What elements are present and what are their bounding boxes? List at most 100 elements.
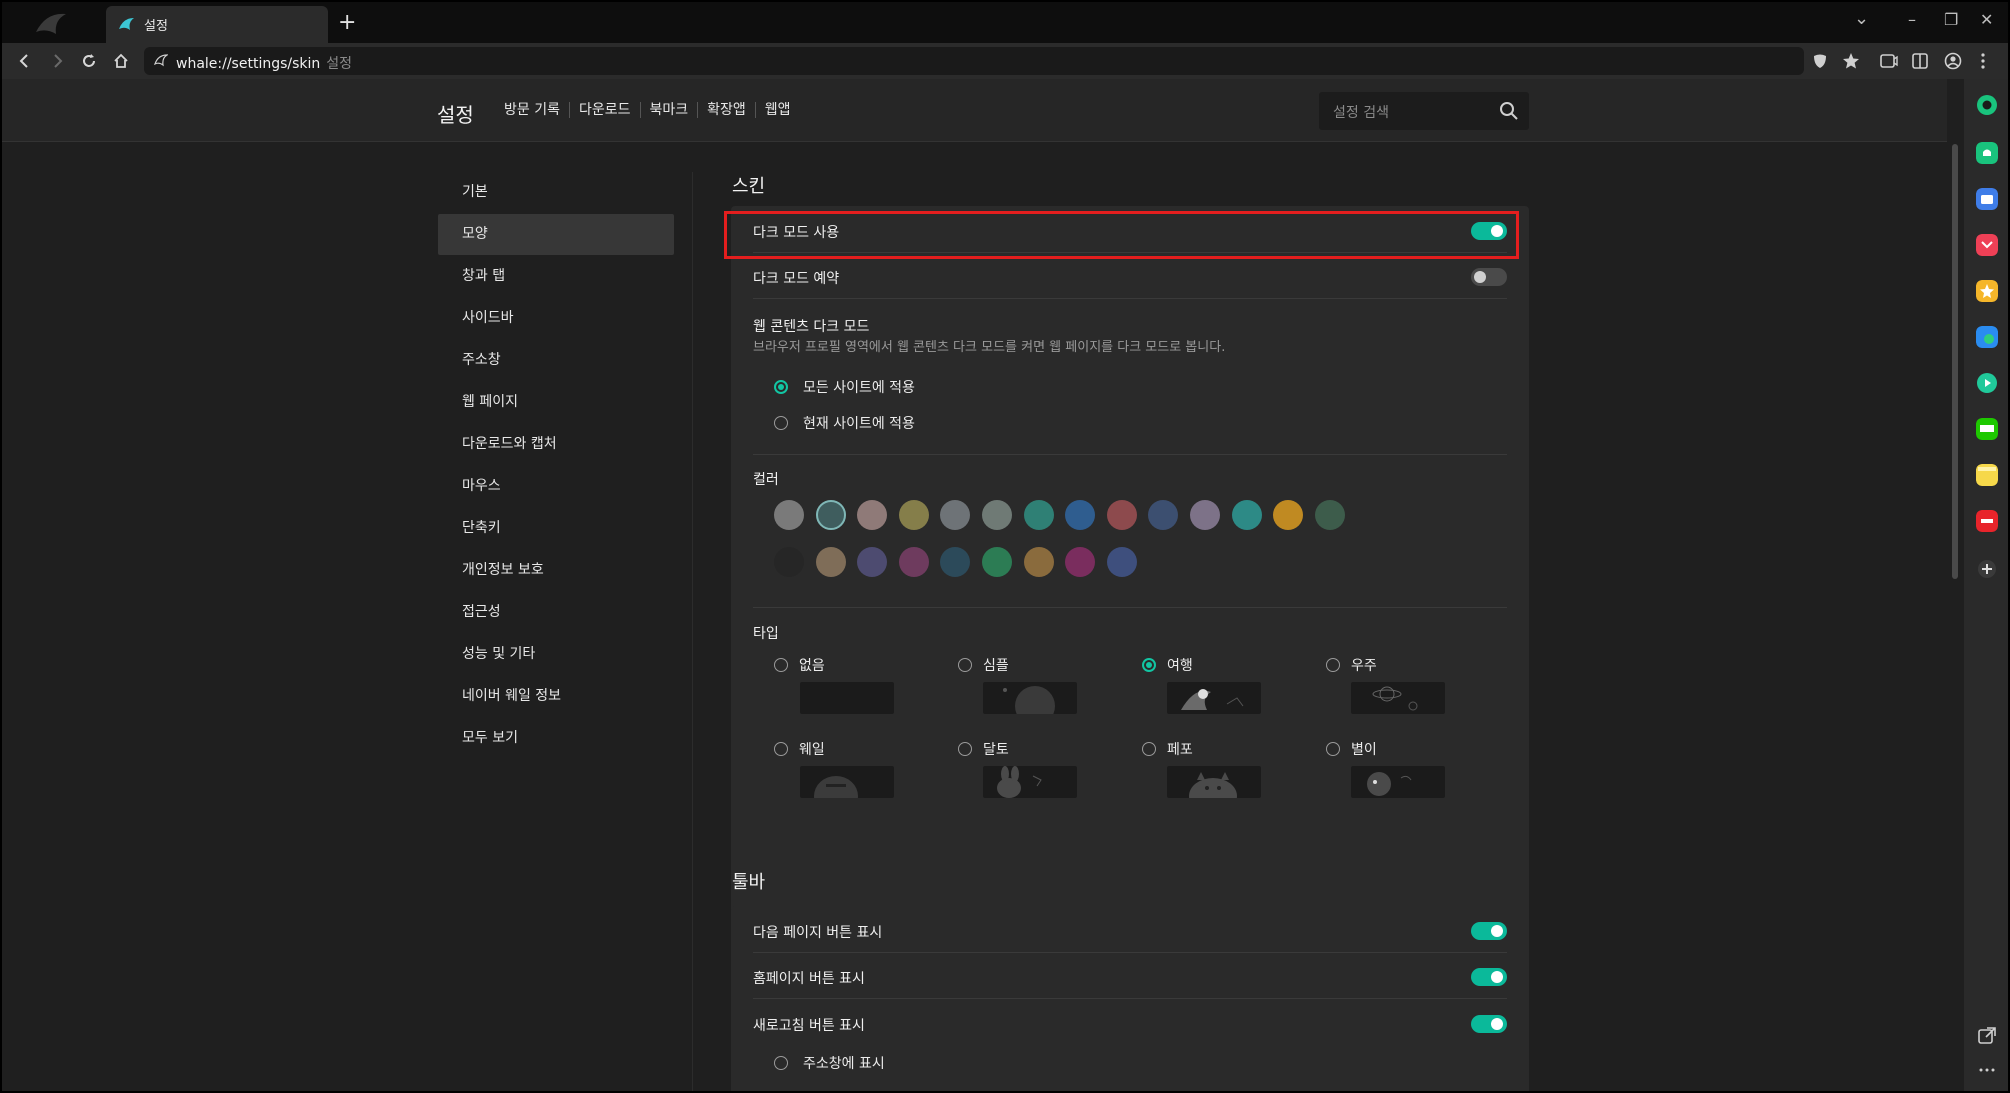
type-simple-preview[interactable] bbox=[983, 682, 1077, 714]
more-icon[interactable] bbox=[1976, 1059, 1998, 1081]
dark-schedule-toggle[interactable] bbox=[1471, 268, 1507, 286]
home-button-toggle[interactable] bbox=[1471, 968, 1507, 986]
type-byeori-radio[interactable] bbox=[1326, 742, 1340, 756]
type-travel-label[interactable]: 여행 bbox=[1167, 655, 1193, 675]
next-page-button-toggle[interactable] bbox=[1471, 922, 1507, 940]
nav-item-accessibility[interactable]: 접근성 bbox=[438, 592, 674, 633]
color-swatch[interactable] bbox=[815, 547, 846, 577]
show-in-address-bar-radio[interactable] bbox=[774, 1056, 788, 1070]
search-icon[interactable] bbox=[1499, 101, 1519, 121]
nav-item-address-bar[interactable]: 주소창 bbox=[438, 340, 674, 381]
type-dalto-preview[interactable] bbox=[983, 766, 1077, 798]
type-whale-preview[interactable] bbox=[800, 766, 894, 798]
forward-icon[interactable] bbox=[48, 52, 66, 70]
type-pepo-preview[interactable] bbox=[1167, 766, 1261, 798]
translate-icon[interactable] bbox=[1976, 326, 1998, 348]
color-swatch[interactable] bbox=[774, 500, 804, 530]
add-app-icon[interactable] bbox=[1976, 558, 1998, 580]
top-nav-history[interactable]: 방문 기록 bbox=[504, 102, 569, 118]
now-icon[interactable] bbox=[1976, 510, 1998, 532]
notification-icon[interactable] bbox=[1976, 142, 1998, 164]
color-swatch[interactable] bbox=[1106, 500, 1137, 530]
nav-item-windows-tabs[interactable]: 창과 탭 bbox=[438, 256, 674, 297]
color-swatch[interactable] bbox=[940, 547, 971, 577]
reload-button-toggle[interactable] bbox=[1471, 1015, 1507, 1033]
type-none-radio[interactable] bbox=[774, 658, 788, 672]
top-nav-extensions[interactable]: 확장앱 bbox=[697, 102, 755, 118]
pocket-icon[interactable] bbox=[1976, 234, 1998, 256]
nav-item-web-page[interactable]: 웹 페이지 bbox=[438, 382, 674, 423]
type-none-label[interactable]: 없음 bbox=[799, 655, 825, 675]
top-nav-webapps[interactable]: 웹앱 bbox=[754, 102, 800, 118]
nav-item-appearance[interactable]: 모양 bbox=[438, 214, 674, 255]
web-dark-current-site-radio[interactable] bbox=[774, 416, 788, 430]
nav-item-privacy[interactable]: 개인정보 보호 bbox=[438, 550, 674, 591]
type-whale-label[interactable]: 웨일 bbox=[799, 739, 825, 759]
color-swatch[interactable] bbox=[940, 500, 971, 530]
type-dalto-radio[interactable] bbox=[958, 742, 972, 756]
web-dark-all-sites-radio[interactable] bbox=[774, 380, 788, 394]
color-swatch[interactable] bbox=[898, 547, 929, 577]
reload-icon[interactable] bbox=[80, 52, 98, 70]
nav-item-sidebar[interactable]: 사이드바 bbox=[438, 298, 674, 339]
color-swatch[interactable] bbox=[982, 547, 1012, 577]
chat-icon[interactable] bbox=[1976, 418, 1998, 440]
type-space-preview[interactable] bbox=[1351, 682, 1445, 714]
minimize-button[interactable]: – bbox=[1908, 10, 1916, 29]
color-swatch[interactable] bbox=[857, 547, 888, 577]
color-swatch[interactable] bbox=[982, 500, 1012, 530]
type-space-radio[interactable] bbox=[1326, 658, 1340, 672]
music-player-icon[interactable] bbox=[1976, 372, 1998, 394]
nav-item-show-all[interactable]: 모두 보기 bbox=[438, 718, 674, 759]
nav-item-performance[interactable]: 성능 및 기타 bbox=[438, 634, 674, 675]
color-swatch[interactable] bbox=[1023, 547, 1054, 577]
type-pepo-radio[interactable] bbox=[1142, 742, 1156, 756]
page-scrollbar[interactable] bbox=[1947, 79, 1964, 1091]
type-simple-radio[interactable] bbox=[958, 658, 972, 672]
green-dot-icon[interactable] bbox=[1976, 94, 1998, 116]
color-swatch[interactable] bbox=[1314, 500, 1345, 530]
star-icon[interactable] bbox=[1842, 52, 1860, 70]
settings-search-input[interactable]: 설정 검색 bbox=[1319, 92, 1529, 130]
new-tab-button[interactable]: + bbox=[338, 10, 356, 35]
type-byeori-label[interactable]: 별이 bbox=[1351, 739, 1377, 759]
color-swatch[interactable] bbox=[1023, 500, 1054, 530]
color-swatch[interactable] bbox=[774, 547, 804, 577]
nav-item-download-capture[interactable]: 다운로드와 캡처 bbox=[438, 424, 674, 465]
color-swatch[interactable] bbox=[815, 500, 846, 530]
web-dark-current-site-label[interactable]: 현재 사이트에 적용 bbox=[803, 413, 915, 433]
type-travel-preview[interactable] bbox=[1167, 682, 1261, 714]
color-swatch[interactable] bbox=[1273, 500, 1304, 530]
top-nav-downloads[interactable]: 다운로드 bbox=[568, 102, 640, 118]
color-swatch[interactable] bbox=[898, 500, 929, 530]
show-in-address-bar-label[interactable]: 주소창에 표시 bbox=[803, 1053, 885, 1073]
nav-item-shortcuts[interactable]: 단축키 bbox=[438, 508, 674, 549]
wallet-icon[interactable] bbox=[1976, 188, 1998, 210]
nav-item-about[interactable]: 네이버 웨일 정보 bbox=[438, 676, 674, 717]
capture-icon[interactable] bbox=[1880, 53, 1898, 69]
shield-icon[interactable] bbox=[1812, 53, 1828, 69]
home-icon[interactable] bbox=[112, 52, 130, 70]
type-whale-radio[interactable] bbox=[774, 742, 788, 756]
back-icon[interactable] bbox=[16, 52, 34, 70]
type-simple-label[interactable]: 심플 bbox=[983, 655, 1009, 675]
color-swatch[interactable] bbox=[857, 500, 888, 530]
type-dalto-label[interactable]: 달토 bbox=[983, 739, 1009, 759]
nav-item-mouse[interactable]: 마우스 bbox=[438, 466, 674, 507]
close-button[interactable]: ✕ bbox=[1980, 10, 1993, 29]
web-dark-all-sites-label[interactable]: 모든 사이트에 적용 bbox=[803, 377, 915, 397]
color-swatch[interactable] bbox=[1231, 500, 1262, 530]
type-pepo-label[interactable]: 페포 bbox=[1167, 739, 1193, 759]
type-travel-radio[interactable] bbox=[1142, 658, 1156, 672]
restore-button[interactable]: ❐ bbox=[1944, 10, 1958, 29]
address-bar[interactable]: whale://settings/skin 설정 bbox=[144, 47, 1804, 75]
more-menu-icon[interactable] bbox=[1980, 52, 1986, 70]
scrollbar-thumb[interactable] bbox=[1952, 144, 1958, 579]
split-view-icon[interactable] bbox=[1912, 53, 1928, 69]
tab-settings[interactable]: 설정 bbox=[106, 6, 328, 43]
color-swatch[interactable] bbox=[1190, 500, 1220, 530]
type-byeori-preview[interactable] bbox=[1351, 766, 1445, 798]
color-swatch[interactable] bbox=[1065, 500, 1096, 530]
color-swatch[interactable] bbox=[1106, 547, 1137, 577]
tab-list-button[interactable]: ⌄ bbox=[1854, 8, 1869, 29]
